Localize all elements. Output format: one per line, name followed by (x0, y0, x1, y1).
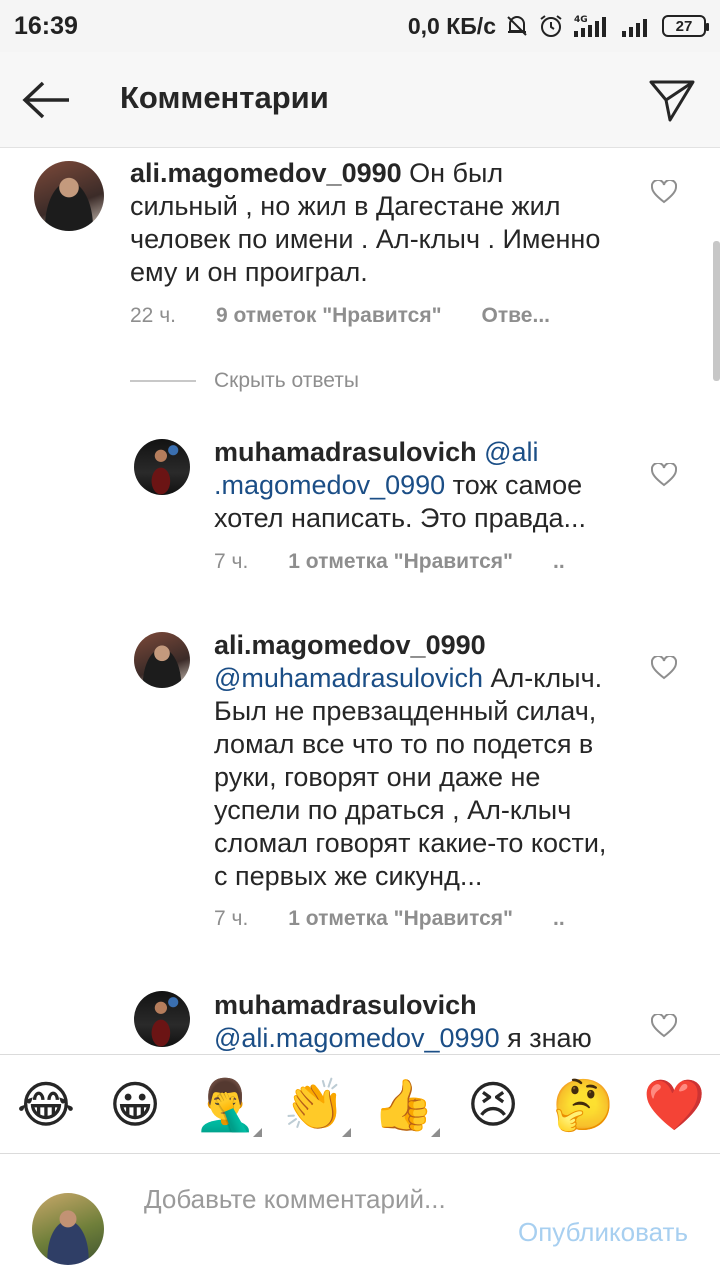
comment-username[interactable]: muhamadrasulovich (214, 437, 477, 467)
like-button[interactable] (649, 177, 679, 207)
comment-text: muhamadrasulovich @ali .magomedov_0990 т… (214, 436, 614, 535)
comment-username[interactable]: muhamadrasulovich (214, 990, 477, 1020)
heart-icon (651, 1014, 677, 1038)
paper-plane-icon (649, 80, 695, 122)
skin-tone-indicator (431, 1128, 440, 1137)
comment-likes[interactable]: 1 отметка "Нравится" (288, 550, 513, 574)
scrollbar[interactable] (713, 241, 720, 381)
status-icons: 0,0 КБ/с 4G 27 (407, 12, 709, 40)
emoji-persevering-icon[interactable]: 😣 (463, 1075, 523, 1135)
battery-icon: 27 (662, 15, 709, 37)
comment-composer: Добавьте комментарий... Опубликовать (0, 1155, 720, 1280)
comment-meta: 7 ч. 1 отметка "Нравится" .. (214, 550, 565, 574)
reply-button[interactable]: .. (553, 907, 565, 931)
avatar[interactable] (134, 439, 190, 495)
reply-button[interactable]: .. (553, 550, 565, 574)
status-bar: 16:39 0,0 КБ/с 4G 27 (0, 0, 720, 52)
network-speed: 0,0 КБ/с (407, 12, 496, 39)
comment-username[interactable]: ali.magomedov_0990 (214, 630, 486, 660)
signal-icon (620, 13, 654, 39)
comment-time: 7 ч. (214, 550, 249, 573)
avatar[interactable] (134, 632, 190, 688)
emoji-clapping-glyph: 👏 (283, 1076, 346, 1134)
top-bar: Комментарии (0, 52, 720, 148)
emoji-grinning-icon[interactable]: 😀 (105, 1075, 165, 1135)
avatar[interactable] (34, 161, 104, 231)
comment-meta: 7 ч. 1 отметка "Нравится" .. (214, 907, 565, 931)
direct-send-button[interactable] (644, 72, 700, 128)
skin-tone-indicator (253, 1128, 262, 1137)
comment-text: ali.magomedov_0990 @muhamadrasulovich Ал… (214, 629, 614, 893)
mute-bell-icon (504, 13, 530, 39)
hide-replies-button[interactable]: Скрыть ответы (130, 369, 359, 393)
like-button[interactable] (649, 653, 679, 683)
page-title: Комментарии (120, 80, 329, 115)
comment-body: я знаю (499, 1023, 592, 1053)
my-avatar (32, 1193, 104, 1265)
emoji-thinking-icon[interactable]: 🤔 (552, 1075, 614, 1135)
heart-icon (651, 180, 677, 204)
reply-button[interactable]: Отве... (482, 304, 550, 328)
comment-likes[interactable]: 1 отметка "Нравится" (288, 907, 513, 931)
like-button[interactable] (649, 460, 679, 490)
comment-time: 7 ч. (214, 907, 249, 930)
emoji-thumbs-up-glyph: 👍 (372, 1076, 435, 1134)
emoji-heart-icon[interactable]: ❤️ (643, 1075, 705, 1135)
emoji-facepalm-glyph: 🤦‍♂️ (194, 1076, 257, 1134)
comment-text: ali.magomedov_0990 Он был сильный , но ж… (130, 157, 610, 289)
comment-likes[interactable]: 9 отметок "Нравится" (216, 304, 442, 328)
heart-icon (651, 656, 677, 680)
hide-replies-label: Скрыть ответы (214, 369, 359, 392)
emoji-clapping-icon[interactable]: 👏 (283, 1075, 351, 1137)
divider (130, 380, 196, 382)
status-time: 16:39 (14, 11, 78, 40)
svg-text:4G: 4G (574, 15, 588, 25)
emoji-tears-of-joy-icon[interactable]: 😂 (16, 1075, 76, 1135)
comment-mention[interactable]: @muhamadrasulovich (214, 663, 483, 693)
comment-username[interactable]: ali.magomedov_0990 (130, 158, 402, 188)
avatar[interactable] (134, 991, 190, 1047)
arrow-left-icon (22, 81, 69, 119)
comment-meta: 22 ч. 9 отметок "Нравится" Отве... (130, 304, 550, 328)
comment-mention[interactable]: @ali.magomedov_0990 (214, 1023, 500, 1053)
emoji-thumbs-up-icon[interactable]: 👍 (372, 1075, 440, 1137)
comments-list[interactable]: ali.magomedov_0990 Он был сильный , но ж… (0, 149, 720, 1054)
alarm-icon (538, 13, 564, 39)
back-button[interactable] (18, 74, 76, 126)
comment-time: 22 ч. (130, 304, 176, 327)
comment-text: muhamadrasulovich @ali.magomedov_0990 я … (214, 989, 614, 1054)
comment-input[interactable]: Добавьте комментарий... (144, 1183, 484, 1253)
signal-4g-icon: 4G (572, 13, 612, 39)
comment-body: Ал-клыч. Был не превзацденный силач, лом… (214, 663, 607, 891)
like-button[interactable] (649, 1011, 679, 1041)
heart-icon (651, 463, 677, 487)
publish-button[interactable]: Опубликовать (518, 1217, 688, 1248)
emoji-bar: 😂 😀 🤦‍♂️ 👏 👍 😣 🤔 ❤️ (0, 1054, 720, 1154)
emoji-facepalm-icon[interactable]: 🤦‍♂️ (194, 1075, 262, 1137)
skin-tone-indicator (342, 1128, 351, 1137)
